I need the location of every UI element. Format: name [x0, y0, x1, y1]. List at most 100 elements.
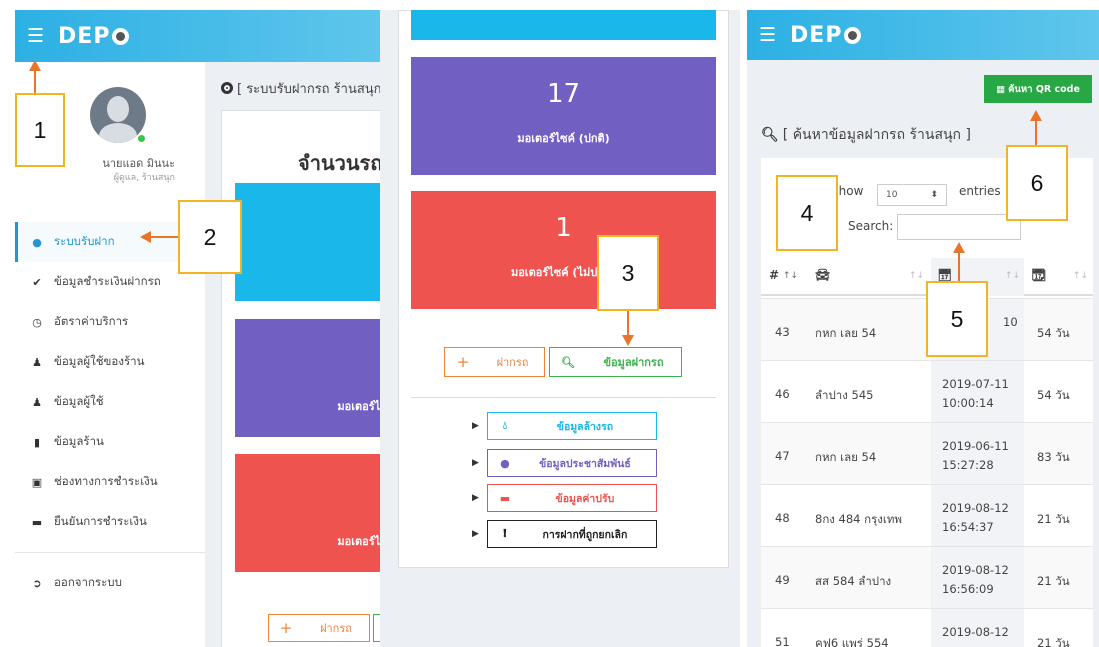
cell-time: 16:56:09 [942, 582, 994, 596]
search-input[interactable] [897, 214, 1021, 240]
deposit-button[interactable]: + ฝากรถ [444, 347, 545, 377]
table-row[interactable]: 46 ลำปาง 545 2019-07-11 10:00:14 54 วัน [761, 360, 1093, 422]
hamburger-icon[interactable]: ☰ [759, 24, 776, 46]
cell-days: 21 วัน [1037, 636, 1070, 647]
cell-date: 2019-06-11 [942, 439, 1009, 453]
table-row[interactable]: 47 กหก เลย 54 2019-06-11 15:27:28 83 วัน [761, 422, 1093, 484]
sidebar-item-label: ช่องทางการชำระเงิน [54, 474, 158, 488]
online-status-icon [137, 134, 146, 143]
arrow-down-icon [622, 335, 634, 346]
caret-right-icon[interactable]: ▶ [472, 421, 479, 431]
entries-select[interactable]: 10 ⬍ [877, 184, 947, 206]
sidebar-item-shop-info[interactable]: ▮ ข้อมูลร้าน [15, 422, 205, 462]
sidebar-item-label: ออกจากระบบ [54, 575, 122, 589]
sidebar-item-confirm-payment[interactable]: ▬ ยืนยันการชำระเงิน [15, 502, 205, 542]
deposit-info-button[interactable]: 🔍︎ ข้อมูลฝากรถ [549, 347, 682, 377]
stat-tile-top[interactable] [411, 10, 716, 40]
arrow-line [627, 311, 629, 337]
exclamation-icon: ❗︎ [503, 527, 507, 540]
sidebar-item-label: ข้อมูลชำระเงินฝากรถ [54, 274, 161, 288]
callout-3: 3 [597, 235, 659, 311]
calendar-check-icon[interactable]: 📆︎ [1031, 268, 1046, 282]
sub-button-label: การฝากที่ถูกยกเลิก [542, 528, 628, 541]
sidebar-item-logout[interactable]: ➲ ออกจากระบบ [15, 563, 205, 603]
arrow-circle-icon: ➲ [32, 576, 42, 590]
stat-tile-car[interactable]: 1รถ [235, 183, 385, 301]
tile-label: มอเตอร์ไซค์ (ปกติ) [517, 132, 610, 145]
select-arrows-icon: ⬍ [930, 190, 938, 200]
arrow-line [1035, 120, 1037, 146]
sidebar-item-label: ข้อมูลผู้ใช้ของร้าน [54, 354, 145, 368]
hamburger-icon[interactable]: ☰ [27, 25, 44, 47]
entries-label: entries [959, 184, 1001, 198]
cancelled-deposit-button[interactable]: ❗︎ การฝากที่ถูกยกเลิก [486, 520, 657, 548]
sort-icon[interactable]: ↑↓ [909, 271, 924, 281]
caret-right-icon[interactable]: ▶ [472, 458, 479, 468]
date-cell-bg [931, 547, 1024, 608]
sidebar-item-payment-info[interactable]: ✔ ข้อมูลชำระเงินฝากรถ [15, 262, 205, 302]
caret-right-icon[interactable]: ▶ [472, 493, 479, 503]
sidebar-item-deposit-system[interactable]: ● ระบบรับฝาก [15, 222, 205, 262]
table-row[interactable]: 48 8กง 484 กรุงเทพ 2019-08-12 16:54:37 2… [761, 484, 1093, 546]
app-logo[interactable]: DEP [790, 22, 862, 48]
fine-info-button[interactable]: ▬ ข้อมูลค่าปรับ [486, 484, 657, 512]
column-header-id[interactable]: # [769, 268, 779, 282]
cell-plate: สส 584 ลำปาง [815, 574, 892, 588]
sidebar-item-payment-channels[interactable]: ▣ ช่องทางการชำระเงิน [15, 462, 205, 502]
plus-icon: + [279, 619, 293, 637]
calendar-icon[interactable]: 📅︎ [937, 268, 952, 282]
deposit-button[interactable]: + ฝากรถ [268, 614, 370, 642]
car-wash-info-button[interactable]: 💧︎ ข้อมูลล้างรถ [486, 412, 657, 440]
top-navbar: ☰ DEP [747, 10, 1099, 60]
sort-asc-icon[interactable]: ↑↓ [783, 271, 798, 281]
sidebar-item-label: อัตราค่าบริการ [54, 314, 129, 328]
sidebar-item-label: ข้อมูลร้าน [54, 434, 104, 448]
sub-button-label: ข้อมูลประชาสัมพันธ์ [539, 457, 631, 470]
cell-id: 48 [775, 511, 790, 525]
sort-icon[interactable]: ↑↓ [1073, 271, 1088, 281]
panel-search: ☰ DEP ▦ ค้นหา QR code 🔍︎[ ค้นหาข้อมูลฝากร… [747, 10, 1099, 647]
money-icon: ▬ [499, 491, 511, 505]
stat-tile-motorcycle-abnormal[interactable]: 1 มอเตอร์ไซค์ (ไม่ปกติ) [411, 191, 716, 309]
stat-tile-motorcycle[interactable]: 1มอเตอร์ไซค์ [235, 319, 385, 437]
table-row[interactable]: 51 คฟ6 แพร่ 554 2019-08-12 21 วัน [761, 608, 1093, 647]
logo-circle-icon [112, 27, 130, 45]
logo-text: DEP [58, 23, 111, 49]
clock-icon: ◷ [32, 315, 42, 329]
page-title-text: [ ระบบรับฝากรถ ร้านสนุก ] [237, 82, 385, 97]
cell-days: 54 วัน [1037, 326, 1070, 340]
announcement-info-button[interactable]: ● ข้อมูลประชาสัมพันธ์ [486, 449, 657, 477]
app-logo[interactable]: DEP [58, 23, 130, 49]
sidebar-item-users[interactable]: ♟ ข้อมูลผู้ใช้ [15, 382, 205, 422]
callout-4: 4 [776, 175, 838, 251]
cell-date: 2019-08-12 [942, 563, 1009, 577]
arrow-line [34, 70, 36, 94]
car-icon[interactable]: 🚘︎ [815, 268, 830, 282]
tile-value: 17 [546, 79, 581, 109]
cell-plate: ลำปาง 545 [815, 388, 874, 402]
panel-main-dashboard: ☰ DEP นายแอด มินนะ ผู้ดูแล, ร้านสนุก ● ระ… [15, 10, 385, 647]
cell-time: 15:27:28 [942, 458, 994, 472]
date-cell-bg [931, 485, 1024, 546]
cell-date: 2019-08-12 [942, 501, 1009, 515]
user-role: ผู้ดูแล, ร้านสนุก [113, 173, 175, 183]
search-icon: 🔍︎ [561, 355, 575, 369]
cell-time: 16:54:37 [942, 520, 994, 534]
page-title: 🔍︎[ ค้นหาข้อมูลฝากรถ ร้านสนุก ] [761, 124, 971, 146]
sub-menu-row: ▶ ▬ ข้อมูลค่าปรับ [472, 484, 657, 512]
caret-right-icon[interactable]: ▶ [472, 529, 479, 539]
circle-dot-icon: ● [32, 235, 42, 249]
sort-icon[interactable]: ↑↓ [1005, 271, 1020, 281]
page-title: [ ระบบรับฝากรถ ร้านสนุก ] [221, 78, 385, 99]
card-heading: จำนวนรถ [298, 151, 383, 175]
cell-id: 49 [775, 573, 790, 587]
sub-menu-row: ▶ ❗︎ การฝากที่ถูกยกเลิก [472, 520, 657, 548]
screenshot-root: ☰ DEP นายแอด มินนะ ผู้ดูแล, ร้านสนุก ● ระ… [0, 0, 1099, 647]
sidebar-item-shop-users[interactable]: ♟ ข้อมูลผู้ใช้ของร้าน [15, 342, 205, 382]
qr-search-button[interactable]: ▦ ค้นหา QR code [984, 75, 1092, 103]
sidebar-item-service-rates[interactable]: ◷ อัตราค่าบริการ [15, 302, 205, 342]
logo-text: DEP [790, 22, 843, 48]
stat-tile-motorcycle-abnormal[interactable]: มอเตอร์ไซค์ [235, 454, 385, 572]
table-row[interactable]: 49 สส 584 ลำปาง 2019-08-12 16:56:09 21 ว… [761, 546, 1093, 608]
stat-tile-motorcycle-normal[interactable]: 17 มอเตอร์ไซค์ (ปกติ) [411, 57, 716, 175]
